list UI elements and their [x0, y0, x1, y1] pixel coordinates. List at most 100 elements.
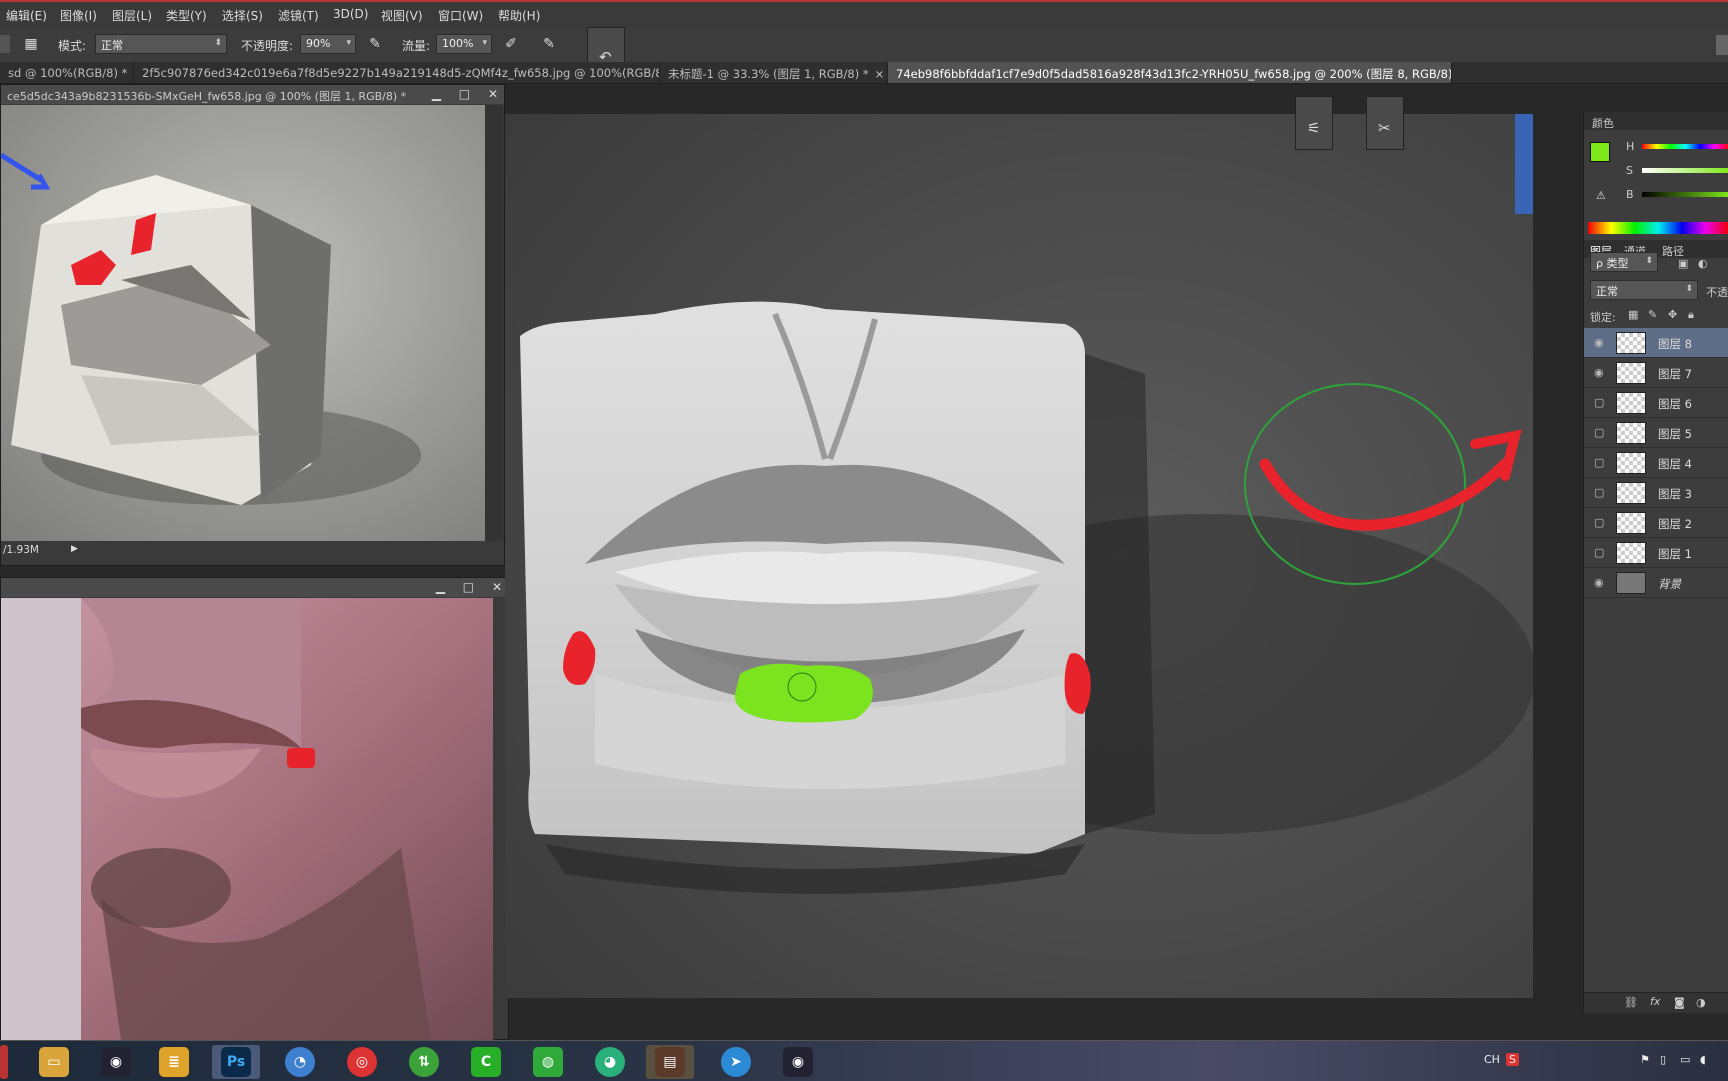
tray-flag-icon[interactable]: ⚑ [1640, 1053, 1650, 1066]
adjustment-filter-icon[interactable]: ◐ [1698, 257, 1708, 270]
visibility-off-box[interactable]: ▢ [1594, 396, 1606, 409]
scrollbar[interactable] [485, 105, 503, 541]
tool-presets-icon[interactable]: ✂ [1378, 119, 1391, 137]
layer-row[interactable]: ▢ 图层 6 [1584, 388, 1728, 418]
menu-filter[interactable]: 滤镜(T) [278, 7, 319, 24]
visibility-off-box[interactable]: ▢ [1594, 546, 1606, 559]
tray-network-icon[interactable]: ▯ [1660, 1053, 1666, 1066]
menu-view[interactable]: 视图(V) [381, 7, 423, 24]
close-button-2[interactable]: ✕ [492, 580, 502, 594]
mode-select[interactable]: 正常 ⬍ [95, 34, 227, 54]
eye-icon[interactable]: ◉ [1594, 336, 1606, 349]
fx-icon[interactable]: fx [1650, 995, 1660, 1008]
menu-layer[interactable]: 图层(L) [112, 7, 152, 24]
lock-transparent-icon[interactable]: ▦ [1628, 308, 1638, 321]
layer-row[interactable]: ▢ 图层 1 [1584, 538, 1728, 568]
layer-filter-kind[interactable]: ρ 类型 ⬍ [1590, 252, 1658, 272]
link-layers-icon[interactable]: ⛓ [1624, 996, 1638, 1009]
tab-doc-active[interactable]: 74eb98f6bbfddaf1cf7e9d0f5dad5816a928f43d… [888, 62, 1452, 83]
status-arrow-icon[interactable]: ▶ [71, 544, 78, 554]
menu-select[interactable]: 选择(S) [222, 7, 263, 24]
lock-image-icon[interactable]: ✎ [1648, 308, 1657, 321]
taskbar-wechat[interactable]: ◍ [524, 1045, 572, 1079]
lock-position-icon[interactable]: ✥ [1668, 308, 1677, 321]
layer-row[interactable]: ▢ 图层 4 [1584, 448, 1728, 478]
tray-volume-icon[interactable]: ◖ [1700, 1053, 1706, 1066]
layer-row[interactable]: ▢ 图层 5 [1584, 418, 1728, 448]
layer-row[interactable]: ◉ 背景 [1584, 568, 1728, 598]
taskbar-iqiyi[interactable]: ◕ [586, 1045, 634, 1079]
opacity-short-label: 不透 [1706, 286, 1728, 299]
menu-edit[interactable]: 编辑(E) [6, 7, 47, 24]
saturation-slider[interactable] [1642, 168, 1728, 173]
layer-row[interactable]: ▢ 图层 2 [1584, 508, 1728, 538]
hue-slider[interactable] [1642, 144, 1728, 149]
lock-label: 锁定: [1590, 311, 1616, 324]
layer-row[interactable]: ◉ 图层 7 [1584, 358, 1728, 388]
floating-document-window-2[interactable]: ▁ □ ✕ [0, 577, 509, 1040]
taskbar-music[interactable]: ◎ [338, 1045, 386, 1079]
tool-preset-icon[interactable] [0, 35, 10, 53]
layer-thumbnail [1616, 362, 1646, 384]
pixel-filter-icon[interactable]: ▣ [1678, 257, 1688, 270]
menu-help[interactable]: 帮助(H) [498, 7, 540, 24]
workspace-button[interactable] [1716, 35, 1728, 55]
gamut-warning-icon[interactable]: ⚠ [1596, 189, 1606, 202]
minimize-button[interactable]: ▁ [432, 87, 441, 101]
close-button[interactable]: ✕ [488, 87, 498, 101]
tab-doc-2[interactable]: 2f5c907876ed342c019e6a7f8d5e9227b149a219… [134, 62, 660, 83]
eye-icon[interactable]: ◉ [1594, 576, 1606, 589]
adjustment-layer-icon[interactable]: ◑ [1696, 996, 1706, 1009]
taskbar-file-explorer[interactable]: ▭ [30, 1045, 78, 1079]
brightness-slider[interactable] [1642, 192, 1728, 197]
visibility-off-box[interactable]: ▢ [1594, 486, 1606, 499]
start-button[interactable] [0, 1045, 8, 1079]
main-canvas-area[interactable]: ⚟ ✂ [505, 84, 1583, 998]
menu-3d[interactable]: 3D(D) [333, 7, 368, 21]
plaster-mouth-drawing[interactable] [505, 114, 1533, 998]
maximize-button-2[interactable]: □ [463, 580, 474, 594]
tab-doc-3[interactable]: 未标题-1 @ 33.3% (图层 1, RGB/8) * × [660, 62, 888, 83]
visibility-off-box[interactable]: ▢ [1594, 426, 1606, 439]
visibility-off-box[interactable]: ▢ [1594, 516, 1606, 529]
taskbar-qq2[interactable]: ◉ [774, 1045, 822, 1079]
tray-monitor-icon[interactable]: ▭ [1680, 1053, 1690, 1066]
tray-sogou-icon[interactable]: S [1506, 1053, 1519, 1066]
menu-image[interactable]: 图像(I) [60, 7, 97, 24]
taskbar-update[interactable]: ⇅ [400, 1045, 448, 1079]
layer-row[interactable]: ▢ 图层 3 [1584, 478, 1728, 508]
pressure-size-icon[interactable]: ✎ [540, 35, 558, 53]
eye-icon[interactable]: ◉ [1594, 366, 1606, 379]
tab-doc-1[interactable]: sd @ 100%(RGB/8) *× [0, 62, 134, 83]
taskbar-browser[interactable]: ◔ [276, 1045, 324, 1079]
maximize-button[interactable]: □ [459, 87, 470, 101]
adjustments-icon[interactable]: ⚟ [1307, 119, 1320, 137]
foreground-color-swatch[interactable] [1590, 142, 1610, 162]
brush-panel-icon[interactable]: ▦ [22, 35, 40, 53]
minimize-button-2[interactable]: ▁ [436, 580, 445, 594]
taskbar-qq[interactable]: ◉ [92, 1045, 140, 1079]
floating-document-window-1[interactable]: ce5d5dc343a9b8231536b-SMxGeH_fw658.jpg @… [0, 84, 505, 566]
layer-name: 图层 3 [1658, 487, 1692, 501]
taskbar-notes[interactable]: ≣ [150, 1045, 198, 1079]
taskbar-photo[interactable]: ▤ [646, 1045, 694, 1079]
window-controls: ▁ □ ✕ [418, 87, 498, 101]
tray-language[interactable]: CH [1484, 1053, 1500, 1066]
menu-window[interactable]: 窗口(W) [438, 7, 483, 24]
taskbar-photoshop[interactable]: Ps [212, 1045, 260, 1079]
airbrush-icon[interactable]: ✐ [502, 35, 520, 53]
layer-thumbnail [1616, 422, 1646, 444]
taskbar-mail[interactable]: ➤ [712, 1045, 760, 1079]
add-mask-icon[interactable]: ◙ [1674, 996, 1685, 1009]
tab-color[interactable]: 颜色 [1592, 115, 1614, 131]
taskbar-chrome-ext[interactable]: C [462, 1045, 510, 1079]
layer-row[interactable]: ◉ 图层 8 [1584, 328, 1728, 358]
pressure-opacity-icon[interactable]: ✎ [366, 35, 384, 53]
visibility-off-box[interactable]: ▢ [1594, 456, 1606, 469]
lock-all-icon[interactable]: 🔒︎ [1688, 308, 1694, 322]
menu-type[interactable]: 类型(Y) [166, 7, 207, 24]
color-ramp[interactable] [1588, 222, 1728, 234]
opacity-input[interactable]: 90% ▾ [300, 34, 356, 54]
blend-mode-select[interactable]: 正常 ⬍ [1590, 280, 1698, 300]
flow-input[interactable]: 100% ▾ [436, 34, 492, 54]
